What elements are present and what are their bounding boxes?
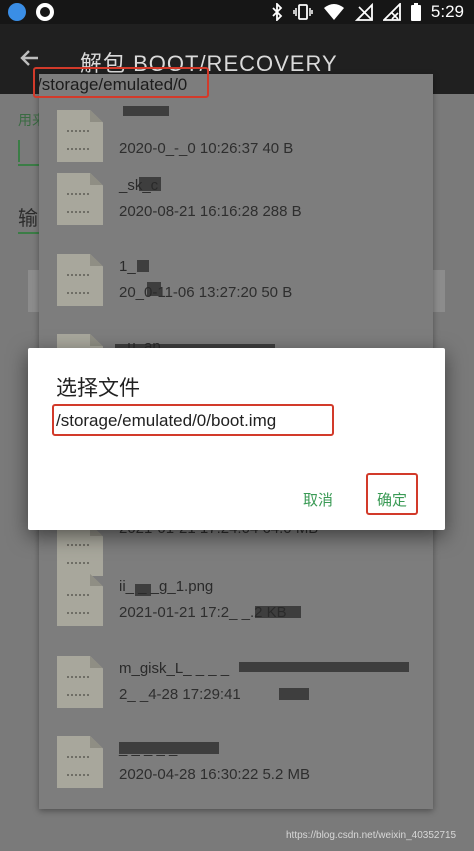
file-meta: 2020-0_-_0 10:26:37 40 B [119, 140, 294, 157]
redaction [135, 584, 151, 596]
highlight-box-confirm [366, 473, 418, 515]
file-icon [57, 173, 103, 225]
file-icon [57, 574, 103, 626]
vibrate-icon [293, 4, 313, 20]
file-item[interactable]: 1_ 20_0-11-06 13:27:20 50 B [39, 244, 433, 324]
file-meta: 20_0-11-06 13:27:20 50 B [119, 284, 293, 301]
redaction [255, 606, 301, 618]
file-icon [57, 656, 103, 708]
highlight-box-path [33, 67, 209, 98]
background-output-underline [18, 232, 40, 234]
dialog-title: 选择文件 [56, 376, 140, 400]
file-icon [57, 110, 103, 162]
redaction [123, 106, 169, 116]
file-name: 1_ [119, 258, 136, 275]
redaction [147, 282, 161, 296]
file-meta: 2020-04-28 16:30:22 5.2 MB [119, 766, 310, 783]
redaction [137, 260, 149, 272]
file-meta: 2_ _4-28 17:29:41 [119, 686, 241, 703]
app-icon [8, 3, 26, 21]
battery-icon [410, 3, 421, 21]
background-field-cursor [18, 140, 20, 162]
file-icon [57, 736, 103, 788]
watermark: https://blog.csdn.net/weixin_40352715 [286, 830, 457, 841]
cancel-button[interactable]: 取消 [303, 489, 333, 510]
bluetooth-icon [272, 3, 283, 21]
no-sim-icon [354, 3, 373, 21]
status-bar: 5:29 [0, 0, 474, 24]
background-field-underline [18, 164, 40, 166]
file-icon [57, 254, 103, 306]
file-meta: 2020-08-21 16:16:28 288 B [119, 203, 302, 220]
background-button-right [433, 270, 445, 312]
file-name: m_gisk_L_ _ _ _ [119, 660, 230, 677]
no-signal-icon [382, 3, 401, 21]
file-name: ii_ _ _g_1.png [119, 578, 214, 595]
redaction [239, 662, 409, 672]
clock: 5:29 [430, 2, 464, 21]
status-bar-left [8, 3, 54, 21]
status-bar-right: 5:29 [271, 2, 464, 22]
file-item[interactable]: _sk_c 2020-08-21 16:16:28 288 B [39, 163, 433, 243]
background-output-label: 输 [18, 206, 38, 230]
record-icon [36, 3, 54, 21]
redaction [139, 177, 161, 191]
file-item[interactable]: _ _ _ _ _ 2020-04-28 16:30:22 5.2 MB [39, 726, 433, 806]
wifi-icon [323, 4, 344, 20]
file-item[interactable]: ii_ _ _g_1.png 2021-01-21 17:2_ _.2 KB [39, 564, 433, 644]
highlight-box-input [52, 404, 334, 436]
file-item[interactable]: m_gisk_L_ _ _ _ 2_ _4-28 17:29:41 [39, 646, 433, 726]
redaction [279, 688, 309, 700]
redaction [119, 742, 219, 754]
